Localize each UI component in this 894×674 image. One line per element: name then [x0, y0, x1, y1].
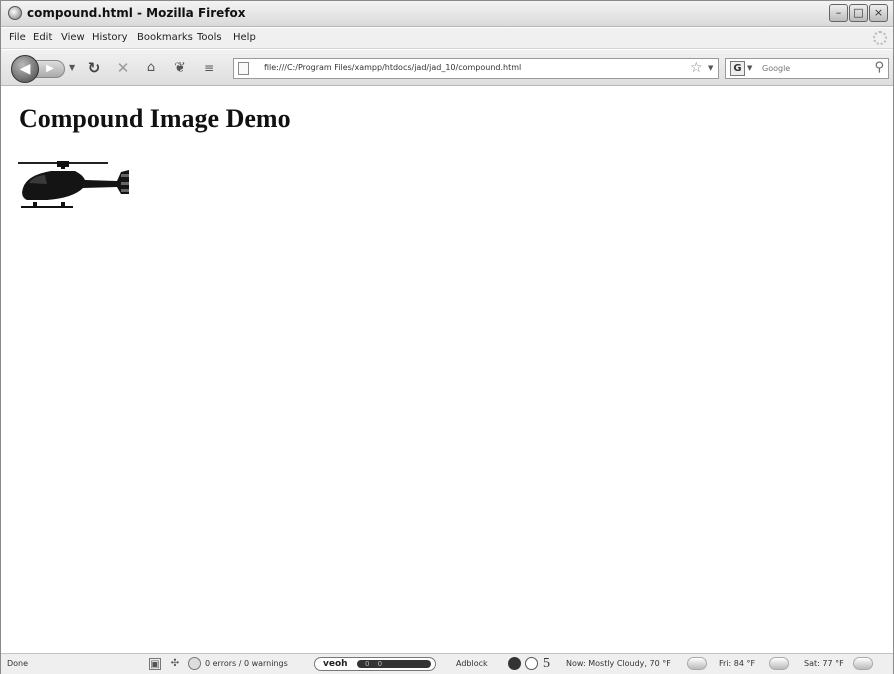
veoh-counter: 0 0 — [357, 660, 431, 668]
activity-throbber-icon — [873, 31, 887, 45]
home-icon[interactable]: ⌂ — [142, 59, 160, 77]
forward-button[interactable]: ▶ — [35, 60, 65, 78]
database-icon[interactable]: ≡ — [200, 59, 218, 77]
search-bar[interactable]: G ▼ ⚲ — [725, 58, 889, 79]
menu-bar: File Edit View History Bookmarks Tools H… — [1, 28, 893, 49]
page-content: Compound Image Demo — [1, 87, 893, 651]
menu-tools[interactable]: Tools — [197, 32, 222, 43]
page-title: Compound Image Demo — [19, 104, 291, 133]
address-bar[interactable]: file:///C:/Program Files/xampp/htdocs/ja… — [233, 58, 719, 79]
page-favicon-icon — [238, 62, 249, 75]
veoh-label: veoh — [323, 659, 348, 669]
browser-window: compound.html - Mozilla Firefox – □ × Fi… — [0, 0, 894, 674]
title-bar[interactable]: compound.html - Mozilla Firefox – □ × — [1, 1, 893, 27]
weather-saturday[interactable]: Sat: 77 °F — [804, 659, 844, 668]
reload-icon[interactable]: ↻ — [85, 59, 103, 77]
screen-grab-icon[interactable]: ▣ — [149, 658, 161, 670]
menu-edit[interactable]: Edit — [33, 32, 52, 43]
search-engine-dropdown-icon[interactable]: ▼ — [747, 64, 752, 72]
weather-now[interactable]: Now: Mostly Cloudy, 70 °F — [566, 659, 671, 668]
menu-bookmarks[interactable]: Bookmarks — [137, 32, 193, 43]
stop-icon[interactable]: ✕ — [114, 59, 132, 77]
helicopter-image — [18, 161, 130, 208]
cloudy-icon — [687, 657, 707, 670]
menu-view[interactable]: View — [61, 32, 85, 43]
history-dropdown-icon[interactable]: ▼ — [69, 63, 75, 72]
search-engine-icon[interactable]: G — [730, 61, 745, 76]
extension-icon[interactable]: ❦ — [171, 59, 189, 77]
veoh-widget[interactable]: veoh 0 0 — [314, 657, 436, 671]
star-icon[interactable]: ☆ — [690, 60, 703, 76]
weather-friday[interactable]: Fri: 84 °F — [719, 659, 755, 668]
url-dropdown-icon[interactable]: ▼ — [708, 64, 713, 72]
status-text: Done — [7, 659, 29, 668]
window-title: compound.html - Mozilla Firefox — [27, 6, 246, 20]
status-globe-icon[interactable] — [508, 657, 521, 670]
partly-cloudy-icon — [853, 657, 873, 670]
back-button[interactable]: ◀ — [11, 55, 39, 83]
firefox-logo-icon — [8, 6, 22, 20]
menu-history[interactable]: History — [92, 32, 128, 43]
status-bar: Done ▣ ✣ 0 errors / 0 warnings veoh 0 0 … — [1, 653, 893, 674]
clock-icon[interactable] — [525, 657, 538, 670]
status-count: 5 — [543, 656, 550, 671]
puzzle-icon[interactable]: ✣ — [169, 658, 181, 670]
url-text[interactable]: file:///C:/Program Files/xampp/htdocs/ja… — [264, 63, 521, 72]
check-icon[interactable] — [188, 657, 201, 670]
maximize-button[interactable]: □ — [849, 4, 868, 22]
close-button[interactable]: × — [869, 4, 888, 22]
menu-help[interactable]: Help — [233, 32, 256, 43]
adblock-button[interactable]: Adblock — [456, 659, 488, 668]
minimize-button[interactable]: – — [829, 4, 848, 22]
cloudy-icon — [769, 657, 789, 670]
error-console-status[interactable]: 0 errors / 0 warnings — [205, 659, 288, 668]
search-input[interactable] — [762, 61, 862, 76]
magnifier-icon[interactable]: ⚲ — [874, 60, 884, 75]
navigation-toolbar: ▶ ◀ ▼ ↻ ✕ ⌂ ❦ ≡ file:///C:/Program Files… — [1, 50, 893, 86]
menu-file[interactable]: File — [9, 32, 26, 43]
